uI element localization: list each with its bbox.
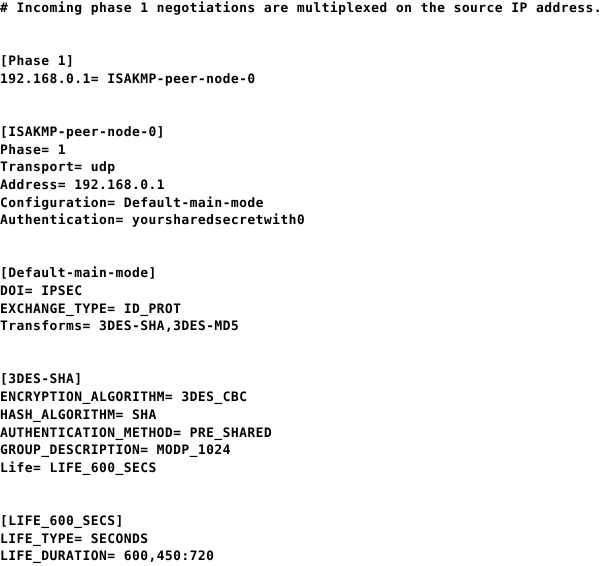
section-header-line: [Phase 1] xyxy=(0,54,75,70)
config-entry-line: EXCHANGE_TYPE= ID_PROT xyxy=(0,301,182,317)
config-entry-line: Transforms= 3DES-SHA,3DES-MD5 xyxy=(0,319,240,335)
config-entry-line: ENCRYPTION_ALGORITHM= 3DES_CBC xyxy=(0,390,248,406)
section-header-line: [Default-main-mode] xyxy=(0,266,157,282)
config-entry-line: GROUP_DESCRIPTION= MODP_1024 xyxy=(0,443,231,459)
config-entry-line: Configuration= Default-main-mode xyxy=(0,195,264,211)
section-header-line: [LIFE_600_SECS] xyxy=(0,513,124,529)
config-entry-line: LIFE_TYPE= SECONDS xyxy=(0,531,149,547)
config-file-text: # Incoming phase 1 negotiations are mult… xyxy=(0,0,607,564)
config-entry-line: AUTHENTICATION_METHOD= PRE_SHARED xyxy=(0,425,273,441)
section-header-line: [ISAKMP-peer-node-0] xyxy=(0,124,165,140)
config-entry-line: LIFE_DURATION= 600,450:720 xyxy=(0,549,215,565)
config-entry-line: Transport= udp xyxy=(0,160,116,176)
comment-line: # Incoming phase 1 negotiations are mult… xyxy=(0,1,603,16)
config-entry-line: HASH_ALGORITHM= SHA xyxy=(0,407,157,423)
config-entry-line: DOI= IPSEC xyxy=(0,284,83,299)
config-entry-line: Phase= 1 xyxy=(0,142,66,158)
config-entry-line: Address= 192.168.0.1 xyxy=(0,177,165,193)
config-entry-line: Life= LIFE_600_SECS xyxy=(0,460,157,476)
config-entry-line: 192.168.0.1= ISAKMP-peer-node-0 xyxy=(0,71,256,87)
section-header-line: [3DES-SHA] xyxy=(0,372,83,388)
config-entry-line: Authentication= yoursharedsecretwith0 xyxy=(0,213,306,229)
